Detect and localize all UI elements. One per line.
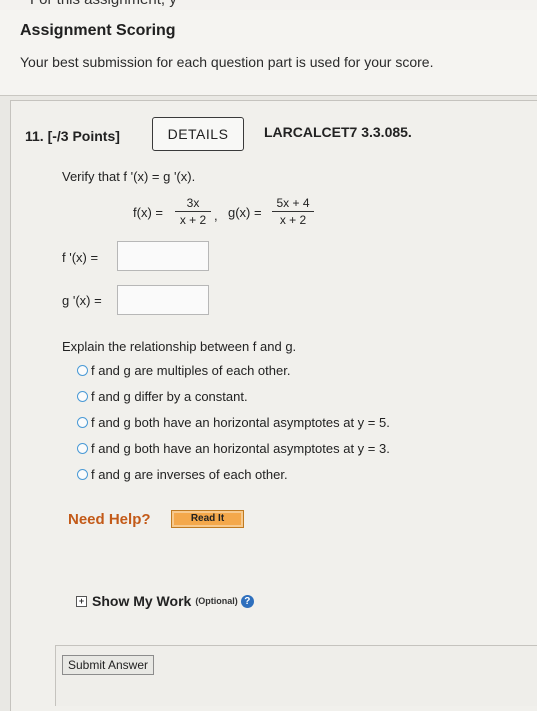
plus-box-icon[interactable]: + — [76, 595, 87, 607]
cut-off-text: For this assignment, y — [30, 0, 177, 8]
question-number: 11. [-/3 Points] — [25, 128, 120, 144]
radio-button[interactable] — [77, 417, 88, 428]
radio-button[interactable] — [77, 365, 88, 376]
read-it-button[interactable]: Read It — [171, 510, 244, 528]
show-my-work-toggle[interactable]: + Show My Work (Optional) ? — [76, 593, 254, 609]
scoring-title: Assignment Scoring — [20, 22, 176, 39]
optional-label: (Optional) — [195, 596, 238, 606]
gprime-answer-input[interactable] — [117, 285, 209, 315]
option-label: f and g both have an horizontal asymptot… — [91, 415, 390, 430]
g-numerator: 5x + 4 — [276, 196, 310, 210]
f-denominator: x + 2 — [179, 213, 207, 227]
question-panel — [10, 100, 537, 711]
radio-button[interactable] — [77, 469, 88, 480]
gprime-label: g '(x) = — [62, 293, 102, 308]
f-fraction: 3x x + 2 — [175, 196, 211, 227]
g-denominator: x + 2 — [279, 213, 307, 227]
option-asymptote-y5[interactable]: f and g both have an horizontal asymptot… — [77, 415, 390, 430]
g-definition-label: g(x) = — [228, 205, 262, 220]
fprime-answer-input[interactable] — [117, 241, 209, 271]
assignment-scoring-panel: Assignment Scoring Your best submission … — [0, 10, 537, 96]
scoring-description: Your best submission for each question p… — [20, 54, 434, 70]
radio-button[interactable] — [77, 391, 88, 402]
option-inverses[interactable]: f and g are inverses of each other. — [77, 467, 288, 482]
question-source: LARCALCET7 3.3.085. — [264, 124, 412, 140]
f-definition-label: f(x) = — [133, 205, 163, 220]
option-asymptote-y3[interactable]: f and g both have an horizontal asymptot… — [77, 441, 390, 456]
submit-answer-button[interactable]: Submit Answer — [62, 655, 154, 675]
option-label: f and g differ by a constant. — [91, 389, 248, 404]
option-label: f and g are inverses of each other. — [91, 467, 288, 482]
explain-prompt: Explain the relationship between f and g… — [62, 339, 297, 354]
details-button[interactable]: DETAILS — [152, 117, 244, 151]
comma-separator: , — [214, 208, 218, 223]
fprime-label: f '(x) = — [62, 250, 99, 265]
question-circle-icon[interactable]: ? — [240, 594, 254, 608]
g-fraction: 5x + 4 x + 2 — [272, 196, 314, 227]
question-prompt: Verify that f '(x) = g '(x). — [62, 169, 196, 184]
show-my-work-label[interactable]: Show My Work — [92, 593, 191, 609]
cut-off-header: For this assignment, y — [0, 0, 537, 10]
f-numerator: 3x — [186, 196, 200, 210]
option-differ-by-constant[interactable]: f and g differ by a constant. — [77, 389, 248, 404]
option-multiples[interactable]: f and g are multiples of each other. — [77, 363, 290, 378]
option-label: f and g are multiples of each other. — [91, 363, 291, 378]
need-help-label: Need Help? — [68, 511, 151, 528]
radio-button[interactable] — [77, 443, 88, 454]
option-label: f and g both have an horizontal asymptot… — [91, 441, 390, 456]
